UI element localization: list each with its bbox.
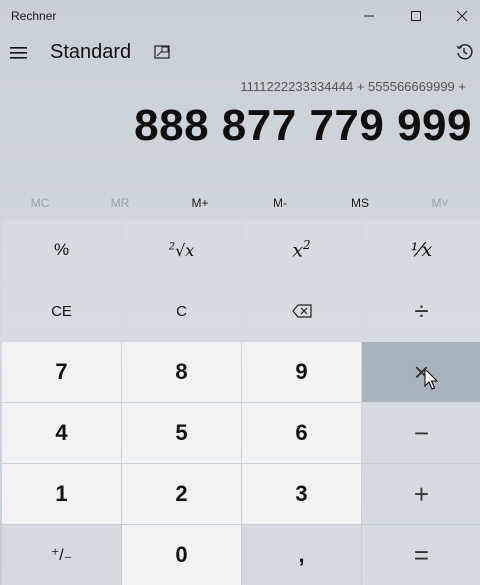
divide-button[interactable]: ÷ [362, 281, 480, 341]
digit-0-button[interactable]: 0 [122, 525, 241, 585]
digit-5-button[interactable]: 5 [122, 403, 241, 463]
digit-3-label: 3 [295, 481, 308, 506]
digit-6-button[interactable]: 6 [242, 403, 361, 463]
backspace-icon [291, 304, 312, 318]
percent-button[interactable]: % [2, 220, 121, 280]
digit-6-label: 6 [295, 420, 308, 445]
square-button[interactable]: x2 [242, 220, 361, 280]
digit-1-label: 1 [55, 481, 68, 506]
calculator-header: Standard [0, 34, 480, 74]
digit-7-button[interactable]: 7 [2, 342, 121, 402]
maximize-icon [411, 11, 421, 21]
digit-3-button[interactable]: 3 [242, 464, 361, 524]
keep-on-top-icon [154, 45, 170, 59]
reciprocal-label: ⅟x [410, 239, 433, 261]
keep-on-top-button[interactable] [150, 40, 174, 64]
digit-2-label: 2 [175, 481, 188, 506]
digit-9-button[interactable]: 9 [242, 342, 361, 402]
close-icon [456, 10, 468, 22]
memory-subtract-button[interactable]: M- [240, 190, 320, 216]
backspace-button[interactable] [242, 281, 361, 341]
maximize-button[interactable] [393, 0, 439, 32]
equals-button[interactable]: = [362, 525, 480, 585]
hamburger-icon [10, 47, 27, 59]
multiply-button[interactable]: × [362, 342, 480, 402]
add-button[interactable]: + [362, 464, 480, 524]
memory-list-button: M˅ [431, 196, 449, 210]
decimal-button[interactable]: , [242, 525, 361, 585]
digit-4-label: 4 [55, 420, 68, 445]
clear-entry-button[interactable]: CE [2, 281, 121, 341]
digit-4-button[interactable]: 4 [2, 403, 121, 463]
subtract-label: − [413, 417, 430, 448]
close-button[interactable] [439, 0, 480, 32]
root-label: 2√x [168, 240, 195, 260]
clear-entry-label: CE [51, 302, 72, 320]
digit-8-label: 8 [175, 359, 188, 384]
divide-label: ÷ [414, 295, 429, 326]
digit-5-label: 5 [175, 420, 188, 445]
square-label: x2 [292, 238, 311, 262]
decimal-label: , [298, 542, 305, 567]
digit-9-label: 9 [295, 359, 308, 384]
clear-label: C [176, 302, 187, 320]
digit-8-button[interactable]: 8 [122, 342, 241, 402]
window-title: Rechner [11, 9, 57, 23]
history-button[interactable] [452, 40, 476, 64]
clear-button[interactable]: C [122, 281, 241, 341]
memory-store-button[interactable]: MS [320, 190, 400, 216]
equals-label: = [413, 539, 430, 570]
digit-1-button[interactable]: 1 [2, 464, 121, 524]
mode-title: Standard [50, 41, 132, 63]
negate-label: ⁺/₋ [50, 547, 73, 564]
digit-7-label: 7 [55, 359, 68, 384]
percent-label: % [53, 240, 70, 259]
keypad: % 2√x x2 ⅟x CE C ÷ 7 8 9 × 4 5 6 − 1 2 3… [0, 220, 480, 585]
digit-2-button[interactable]: 2 [122, 464, 241, 524]
root-button[interactable]: 2√x [122, 220, 241, 280]
minimize-button[interactable] [346, 0, 392, 32]
digit-0-label: 0 [175, 542, 188, 567]
result-display: 888 877 779 999 [134, 101, 472, 150]
subtract-button[interactable]: − [362, 403, 480, 463]
memory-row: MC MR M+ M- MS M˅ [0, 190, 480, 216]
memory-recall-button: MR [110, 196, 130, 210]
title-bar: Rechner [0, 0, 480, 32]
mouse-cursor-icon [424, 368, 438, 390]
memory-add-button[interactable]: M+ [160, 190, 240, 216]
expression-display: 1111222233334444 + 555566669999 + [240, 79, 466, 94]
add-label: + [413, 478, 430, 509]
navigation-menu-button[interactable] [4, 38, 34, 68]
reciprocal-button[interactable]: ⅟x [362, 220, 480, 280]
minimize-icon [364, 15, 374, 17]
negate-button[interactable]: ⁺/₋ [2, 525, 121, 585]
memory-clear-button: MC [30, 196, 50, 210]
history-icon [456, 44, 473, 60]
